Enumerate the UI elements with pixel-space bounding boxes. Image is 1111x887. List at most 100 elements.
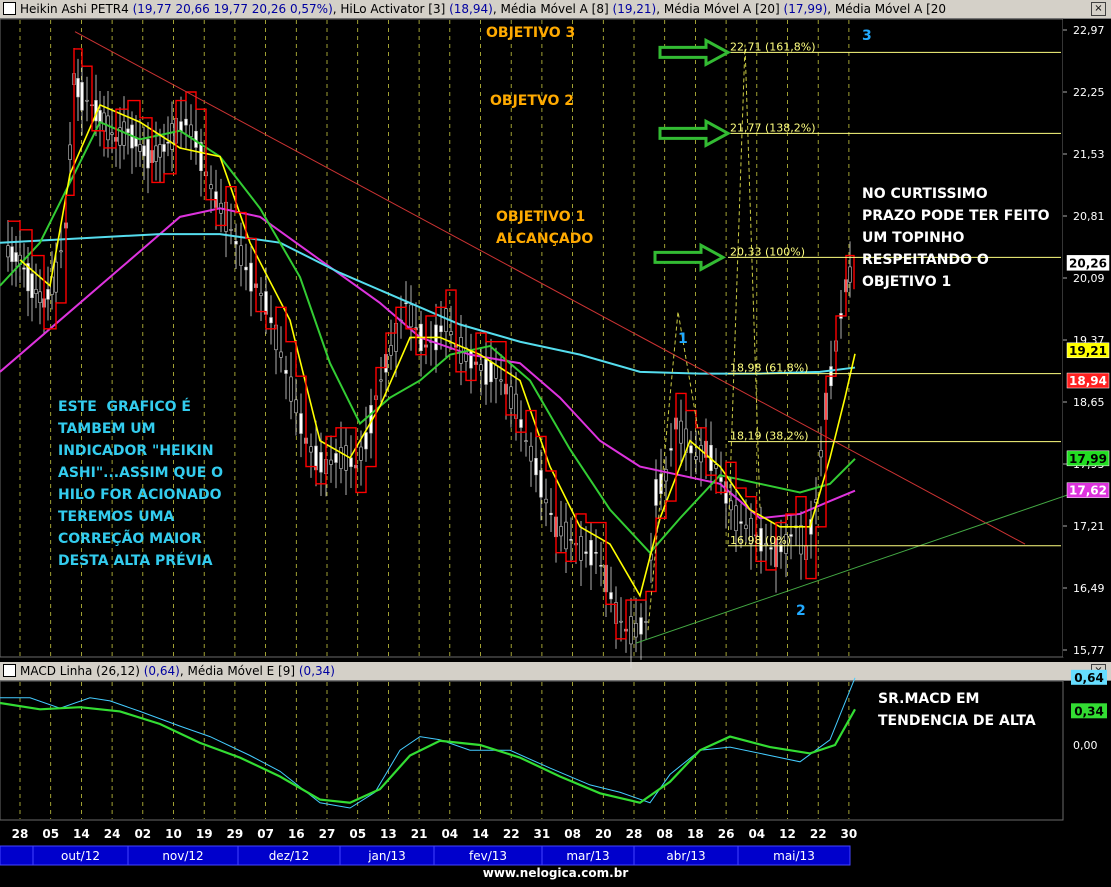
candle-body [154, 145, 158, 162]
candle-body [189, 124, 193, 137]
candle-body [134, 137, 138, 147]
candle-body [14, 252, 18, 262]
candle-body [544, 498, 548, 504]
x-tick-label: 26 [718, 827, 735, 841]
candle-body [294, 399, 298, 414]
macd-price-tag-label: 0,64 [1074, 671, 1104, 685]
candle-body [848, 266, 852, 283]
candle-body [146, 139, 150, 169]
price-tag-label: 19,21 [1069, 344, 1107, 358]
candle-body [364, 432, 368, 450]
annotation-objetivo-3: OBJETIVO 3 [486, 25, 576, 41]
candle-body [719, 477, 723, 482]
macd-price-tag-label: 0,34 [1074, 704, 1104, 718]
candle-body [249, 262, 253, 292]
annotation-macd-note: SR.MACD EM TENDENCIA DE ALTA [878, 691, 1036, 729]
candle-body [479, 364, 483, 371]
candle-body [279, 351, 283, 358]
candle-body [229, 229, 233, 231]
candle-body [654, 479, 658, 506]
candle-body [689, 445, 693, 454]
x-tick-label: 29 [227, 827, 244, 841]
candle-body [599, 565, 603, 567]
candle-body [729, 500, 733, 511]
candle-body [199, 142, 203, 172]
candle-body [449, 331, 453, 336]
candle-body [559, 526, 563, 537]
candle-body [529, 445, 533, 462]
y-tick-label: 15,77 [1073, 644, 1105, 657]
candle-body [744, 524, 748, 529]
candle-body [166, 141, 170, 144]
candle-body [404, 302, 408, 305]
x-tick-label: 13 [380, 827, 397, 841]
y-tick-label: 21,53 [1073, 148, 1105, 161]
x-tick-label: 20 [595, 827, 612, 841]
x-tick-label: 08 [656, 827, 673, 841]
candle-body [819, 450, 823, 458]
x-tick-label: 24 [104, 827, 121, 841]
month-label: abr/13 [666, 849, 705, 863]
price-tag-label: 17,99 [1069, 452, 1107, 466]
candle-body [344, 445, 348, 471]
candle-body [158, 144, 162, 158]
y-tick-label: 16,49 [1073, 582, 1105, 595]
month-label: out/12 [61, 849, 100, 863]
candle-body [162, 144, 166, 152]
candle-body [589, 540, 593, 566]
candle-body [389, 345, 393, 356]
candle-body [714, 464, 718, 469]
candle-body [259, 292, 263, 296]
wave-label-3: 3 [862, 28, 872, 44]
candle-body [98, 110, 102, 123]
x-tick-label: 18 [687, 827, 704, 841]
candle-body [489, 361, 493, 383]
x-tick-label: 22 [810, 827, 827, 841]
y-tick-label: 20,09 [1073, 272, 1105, 285]
fib-label: 18,98 (61,8%) [730, 362, 809, 375]
fib-label: 18,19 (38,2%) [730, 430, 809, 443]
candle-body [269, 317, 273, 324]
fib-label: 16,98 (0%) [730, 534, 791, 547]
candle-body [629, 616, 633, 645]
candle-body [439, 325, 443, 333]
x-tick-label: 30 [841, 827, 858, 841]
x-tick-label: 28 [626, 827, 643, 841]
candle-body [569, 539, 573, 541]
x-tick-label: 02 [134, 827, 151, 841]
candle-body [126, 128, 130, 133]
candle-body [524, 440, 528, 442]
candle-body [499, 379, 503, 382]
wave-label-2: 2 [796, 603, 806, 619]
candle-body [469, 349, 473, 369]
candle-body [76, 78, 80, 98]
x-tick-label: 04 [441, 827, 458, 841]
candle-body [609, 592, 613, 600]
chart-window: Heikin Ashi PETR4 (19,77 20,66 19,77 20,… [0, 0, 1111, 887]
candle-body [799, 525, 803, 555]
candle-body [444, 308, 448, 332]
candle-body [334, 453, 338, 463]
month-cell [0, 845, 34, 866]
candle-body [68, 144, 72, 160]
candle-body [30, 273, 34, 298]
candle-body [669, 448, 673, 451]
candle-body [170, 123, 174, 150]
month-label: jan/13 [367, 849, 406, 863]
candle-body [409, 304, 413, 328]
candle-body [509, 386, 513, 409]
x-tick-label: 27 [319, 827, 336, 841]
price-tag-label: 18,94 [1069, 374, 1107, 388]
price-tag-label: 17,62 [1069, 484, 1107, 498]
month-label: mai/13 [773, 849, 815, 863]
candle-body [539, 470, 543, 498]
month-label: dez/12 [269, 849, 310, 863]
candle-body [289, 376, 293, 402]
candle-body [329, 459, 333, 465]
candle-body [234, 241, 238, 245]
candle-body [679, 420, 683, 444]
month-label: fev/13 [469, 849, 507, 863]
candle-body [22, 267, 26, 270]
y-tick-label: 22,25 [1073, 86, 1105, 99]
candle-body [549, 512, 553, 515]
